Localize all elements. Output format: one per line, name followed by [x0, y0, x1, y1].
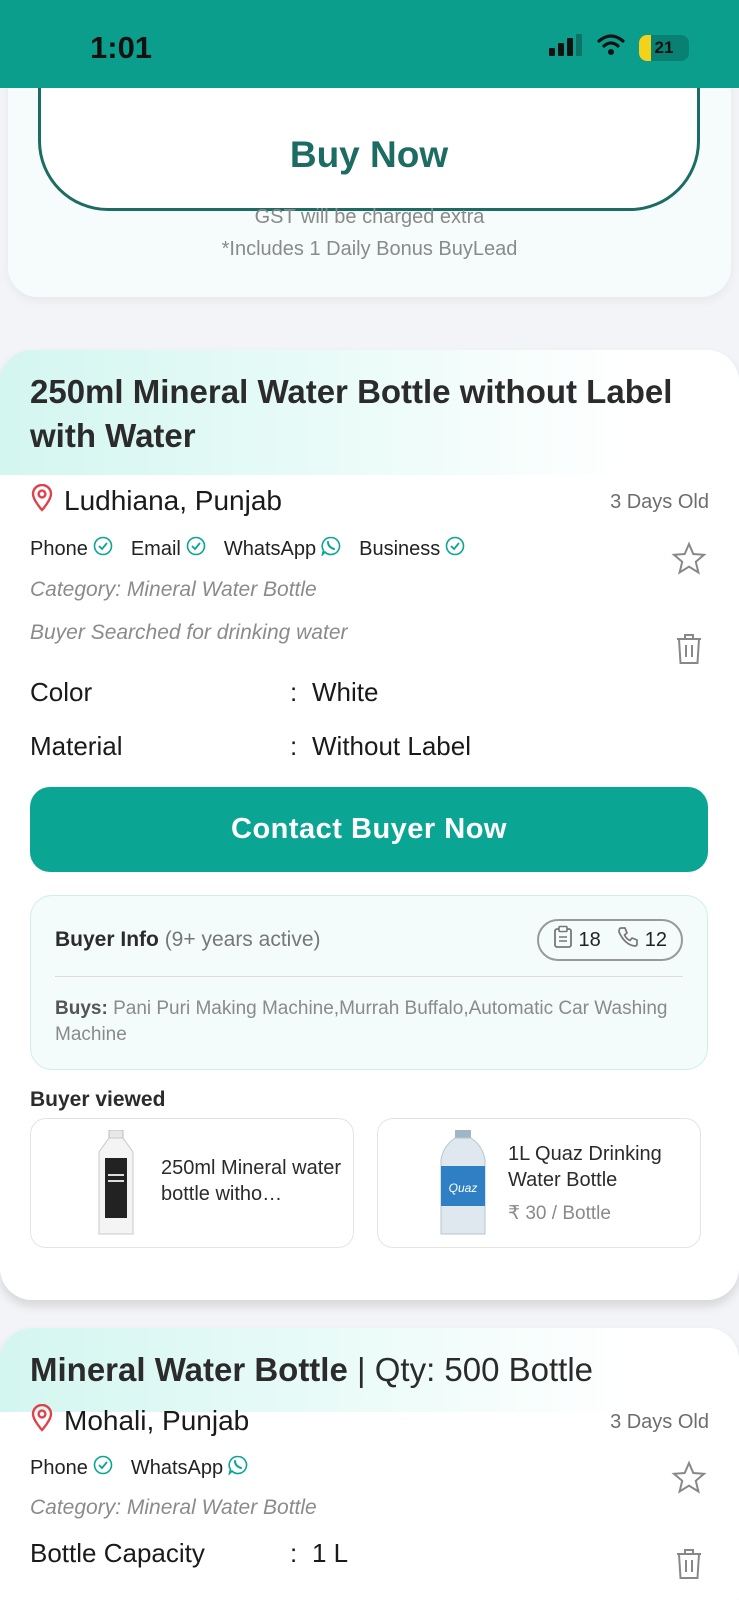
spec-row: Material : Without Label	[30, 731, 471, 761]
viewed-product-name: 1L Quaz Drinking Water Bottle	[508, 1143, 662, 1191]
whatsapp-verified: WhatsApp	[131, 1455, 248, 1481]
location-text: Ludhiana, Punjab	[64, 484, 282, 516]
star-icon[interactable]	[669, 1458, 709, 1498]
contact-buyer-button[interactable]: Contact Buyer Now	[30, 787, 708, 872]
viewed-product-price: ₹ 30 / Bottle	[508, 1203, 611, 1224]
lead-header: 250ml Mineral Water Bottle without Label…	[0, 350, 739, 475]
check-circle-icon	[445, 536, 465, 562]
spec-value: 1 L	[312, 1538, 349, 1568]
whatsapp-icon	[321, 536, 341, 562]
lead-category: Category: Mineral Water Bottle	[30, 1496, 317, 1519]
spec-key: Bottle Capacity	[30, 1538, 205, 1568]
buyer-viewed-label: Buyer viewed	[30, 1088, 166, 1111]
whatsapp-icon	[228, 1455, 248, 1481]
lead-category: Category: Mineral Water Bottle	[30, 578, 317, 601]
lead-age: 3 Days Old	[610, 1411, 709, 1433]
calls-count: 12	[644, 928, 667, 951]
viewed-product-card[interactable]: Quaz 1L Quaz Drinking Water Bottle ₹ 30 …	[377, 1118, 701, 1248]
battery-icon: 21	[639, 34, 689, 61]
divider	[55, 976, 683, 977]
lead-card: Mineral Water Bottle | Qty: 500 Bottle M…	[0, 1328, 739, 1600]
verification-row: Phone Email WhatsApp Business	[30, 536, 465, 562]
phone-verified: Phone	[30, 536, 113, 562]
location-row: Mohali, Punjab	[30, 1403, 250, 1437]
requirements-count: 18	[578, 928, 601, 951]
whatsapp-verified: WhatsApp	[224, 536, 341, 562]
buyer-info-title: Buyer Info (9+ years active)	[55, 928, 321, 951]
lead-title[interactable]: Mineral Water Bottle | Qty: 500 Bottle	[30, 1348, 709, 1392]
buyer-stats-pill[interactable]: 18 12	[536, 919, 683, 961]
lead-quantity: Qty: 500 Bottle	[374, 1351, 594, 1388]
lead-title[interactable]: 250ml Mineral Water Bottle without Label…	[30, 370, 709, 458]
spec-value: White	[312, 677, 379, 707]
check-circle-icon	[93, 536, 113, 562]
check-circle-icon	[186, 536, 206, 562]
spec-key: Color	[30, 677, 93, 707]
gst-note: GST will be charged extra	[254, 206, 485, 228]
buyer-buys: Buys: Pani Puri Making Machine,Murrah Bu…	[55, 998, 668, 1045]
location-pin-icon	[30, 483, 54, 517]
status-time: 1:01	[90, 30, 153, 65]
wifi-icon	[597, 34, 625, 61]
location-row: Ludhiana, Punjab	[30, 483, 282, 517]
svg-text:Quaz: Quaz	[449, 1181, 478, 1195]
spec-row: Bottle Capacity : 1 L	[30, 1538, 349, 1568]
verification-row: Phone WhatsApp	[30, 1455, 248, 1481]
product-image: Quaz	[408, 1129, 518, 1237]
status-bar: 1:01 21	[0, 0, 739, 88]
business-verified: Business	[359, 536, 465, 562]
lead-age: 3 Days Old	[610, 491, 709, 513]
spec-key: Material	[30, 731, 123, 761]
buyer-info-box: Buyer Info (9+ years active) 18 12 Buys:…	[30, 895, 708, 1070]
viewed-product-card[interactable]: 250ml Mineral water bottle witho…	[30, 1118, 354, 1248]
signal-icon	[549, 34, 583, 61]
phone-icon	[617, 926, 639, 954]
bonus-note: *Includes 1 Daily Bonus BuyLead	[221, 238, 518, 260]
buy-now-button[interactable]: Buy Now	[38, 74, 700, 211]
star-icon[interactable]	[669, 539, 709, 579]
phone-verified: Phone	[30, 1455, 113, 1481]
check-circle-icon	[93, 1455, 113, 1481]
trash-icon[interactable]	[669, 629, 709, 669]
spec-row: Color : White	[30, 677, 379, 707]
product-image	[61, 1129, 171, 1237]
battery-level: 21	[654, 37, 674, 57]
viewed-product-info: 1L Quaz Drinking Water Bottle ₹ 30 / Bot…	[508, 1141, 693, 1227]
clipboard-icon	[553, 925, 573, 955]
email-verified: Email	[131, 536, 206, 562]
lead-header: Mineral Water Bottle | Qty: 500 Bottle	[0, 1328, 739, 1412]
status-icons: 21	[549, 34, 689, 61]
trash-icon[interactable]	[669, 1544, 709, 1584]
spec-value: Without Label	[312, 731, 471, 761]
location-text: Mohali, Punjab	[64, 1404, 250, 1436]
viewed-product-name: 250ml Mineral water bottle witho…	[161, 1157, 342, 1205]
lead-card: 250ml Mineral Water Bottle without Label…	[0, 350, 739, 1300]
buyer-search-term: Buyer Searched for drinking water	[30, 621, 348, 644]
buyer-active-years: (9+ years active)	[164, 928, 321, 951]
location-pin-icon	[30, 1403, 54, 1437]
